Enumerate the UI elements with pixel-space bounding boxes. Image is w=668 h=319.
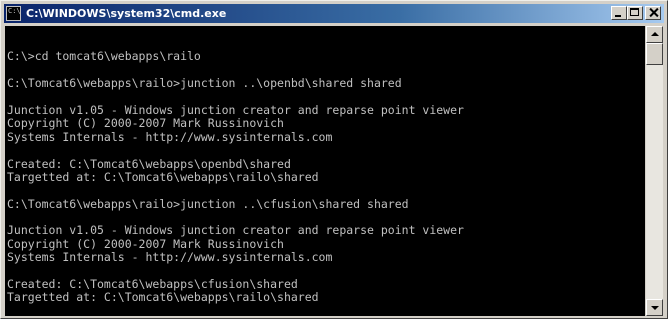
vertical-scrollbar[interactable] [646, 26, 663, 316]
scroll-up-arrow-icon [651, 32, 659, 36]
minimize-button[interactable] [611, 6, 627, 20]
cmd-window: C:\ C:\WINDOWS\system32\cmd.exe C:\>cd t… [0, 0, 668, 319]
close-button[interactable] [645, 6, 661, 20]
console-output[interactable]: C:\>cd tomcat6\webapps\railo C:\Tomcat6\w… [5, 26, 645, 316]
maximize-button[interactable] [627, 6, 643, 20]
window-title: C:\WINDOWS\system32\cmd.exe [26, 7, 227, 20]
console-line: Copyright (C) 2000-2007 Mark Russinovich [7, 116, 284, 131]
close-icon [649, 8, 658, 17]
scroll-down-arrow-icon [651, 306, 659, 310]
console-line: Created: C:\Tomcat6\webapps\cfusion\shar… [7, 277, 298, 292]
console-line: Junction v1.05 - Windows junction creato… [7, 102, 464, 117]
scroll-up-button[interactable] [646, 26, 663, 43]
console-line: Targetted at: C:\Tomcat6\webapps\railo\s… [7, 290, 319, 305]
scroll-thumb[interactable] [646, 43, 663, 65]
cmd-app-icon[interactable]: C:\ [6, 6, 21, 21]
title-bar[interactable]: C:\ C:\WINDOWS\system32\cmd.exe [4, 4, 664, 23]
maximize-icon [630, 8, 639, 16]
console-line: Targetted at: C:\Tomcat6\webapps\railo\s… [7, 169, 319, 184]
console-line: Systems Internals - http://www.sysintern… [7, 129, 333, 144]
console-line: C:\Tomcat6\webapps\railo>junction ..\cfu… [7, 196, 409, 211]
console-text: C:\>cd tomcat6\webapps\railo C:\Tomcat6\w… [7, 37, 464, 316]
console-line: C:\>cd tomcat6\webapps\railo [7, 49, 201, 64]
console-line: Systems Internals - http://www.sysintern… [7, 250, 333, 265]
console-line: C:\Tomcat6\webapps\railo>junction ..\ope… [7, 76, 402, 91]
console-line: Created: C:\Tomcat6\webapps\openbd\share… [7, 156, 291, 171]
scroll-down-button[interactable] [646, 299, 663, 316]
minimize-icon [615, 15, 621, 17]
console-line: Junction v1.05 - Windows junction creato… [7, 223, 464, 238]
console-line: Copyright (C) 2000-2007 Mark Russinovich [7, 236, 284, 251]
